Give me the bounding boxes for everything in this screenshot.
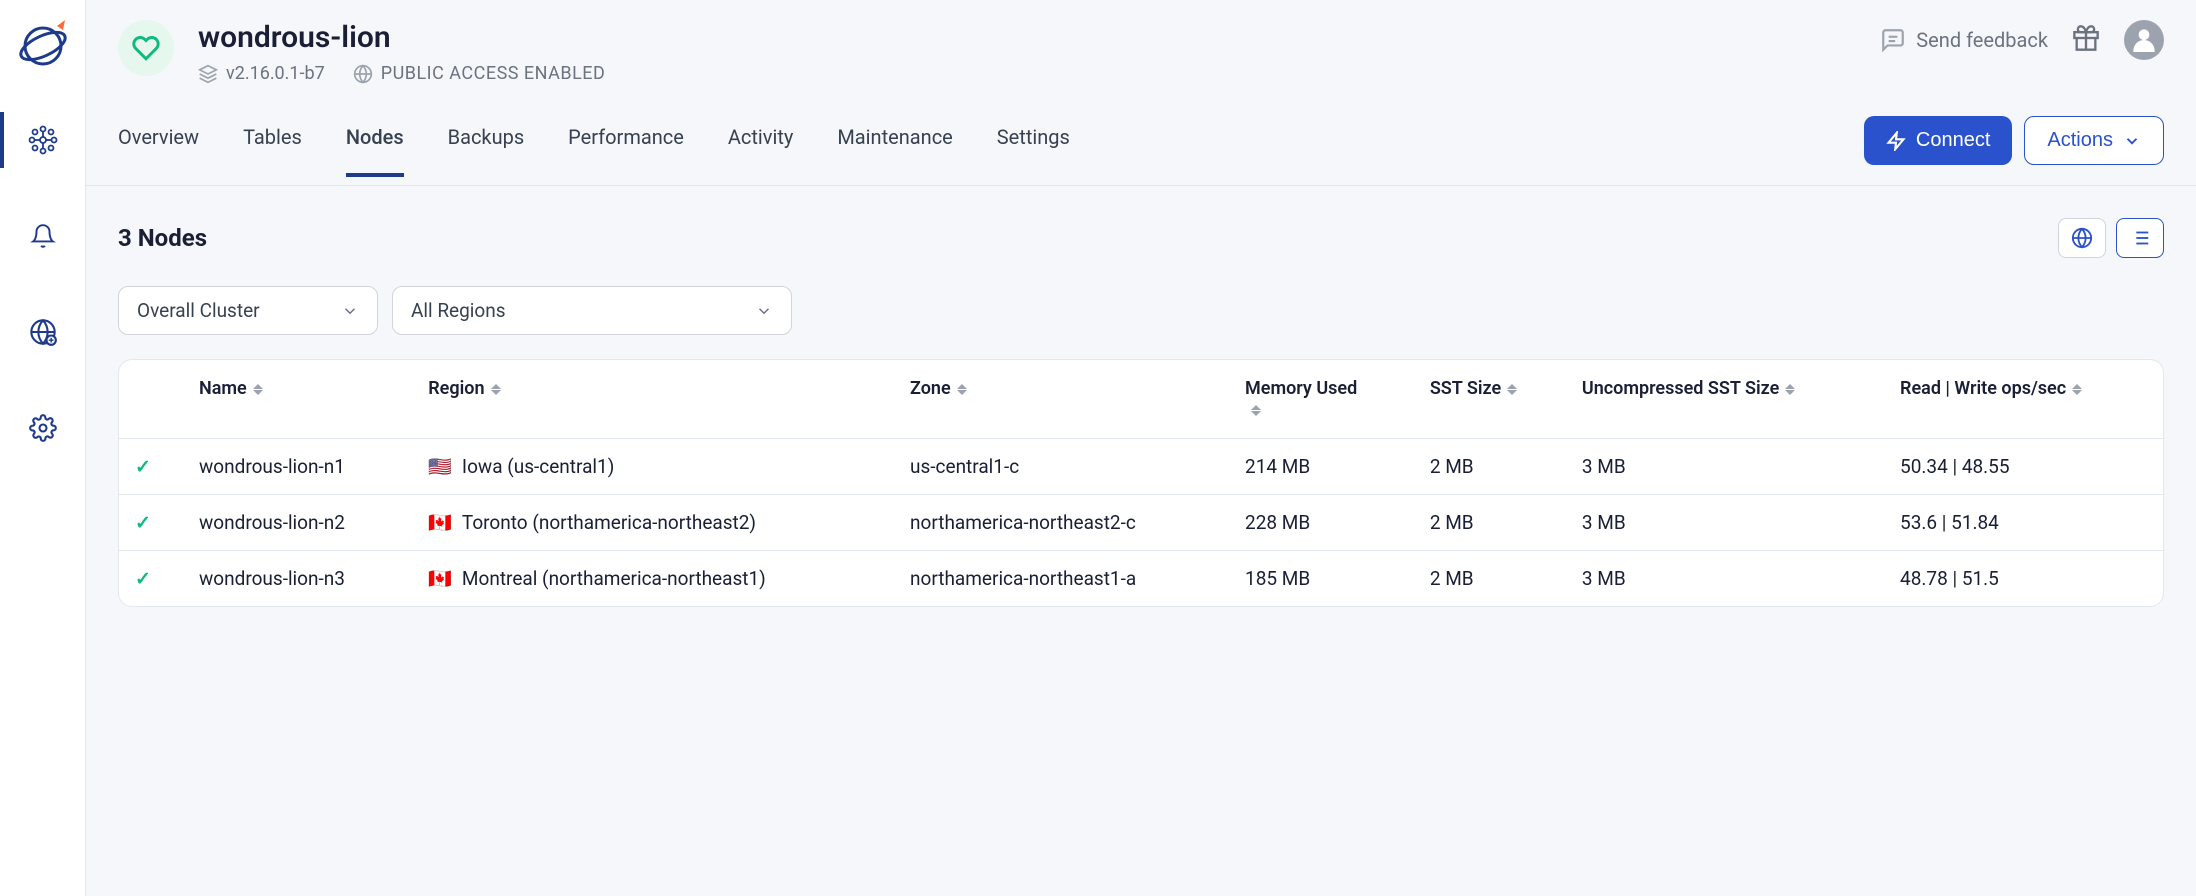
tab-tables[interactable]: Tables	[243, 125, 302, 177]
globe-icon	[2071, 227, 2093, 249]
version-label: v2.16.0.1-b7	[226, 63, 325, 84]
sort-icon	[1507, 384, 1517, 395]
table-row[interactable]: ✓ wondrous-lion-n2 🇨🇦Toronto (northameri…	[119, 495, 2163, 551]
view-list-button[interactable]	[2116, 218, 2164, 258]
actions-label: Actions	[2047, 129, 2113, 152]
sidebar-item-clusters[interactable]	[0, 112, 86, 168]
feedback-label: Send feedback	[1916, 28, 2048, 52]
cell-usst: 3 MB	[1568, 495, 1886, 551]
sidebar-item-alerts[interactable]	[0, 208, 86, 264]
sidebar-item-settings[interactable]	[0, 400, 86, 456]
cell-region: 🇨🇦Montreal (northamerica-northeast1)	[414, 551, 896, 607]
layers-icon	[198, 64, 218, 84]
logo[interactable]	[15, 16, 71, 72]
tab-overview[interactable]: Overview	[118, 125, 199, 177]
cell-sst: 2 MB	[1416, 495, 1568, 551]
cell-memory: 214 MB	[1231, 439, 1416, 495]
cell-memory: 185 MB	[1231, 551, 1416, 607]
flag-icon: 🇨🇦	[428, 567, 452, 590]
connect-button[interactable]: Connect	[1864, 116, 2013, 165]
sort-icon	[1785, 384, 1795, 395]
sidebar	[0, 0, 86, 896]
flag-icon: 🇨🇦	[428, 511, 452, 534]
cluster-filter-label: Overall Cluster	[137, 299, 260, 322]
cell-memory: 228 MB	[1231, 495, 1416, 551]
user-icon	[2128, 24, 2160, 56]
cell-rw: 53.6 | 51.84	[1886, 495, 2163, 551]
tab-performance[interactable]: Performance	[568, 125, 684, 177]
sort-icon	[957, 384, 967, 395]
cell-sst: 2 MB	[1416, 439, 1568, 495]
col-memory[interactable]: Memory Used	[1231, 360, 1416, 439]
cell-name: wondrous-lion-n1	[185, 439, 414, 495]
nodes-table: Name Region Zone Memory Used SST Size Un…	[118, 359, 2164, 607]
cluster-access: PUBLIC ACCESS ENABLED	[353, 63, 606, 84]
cell-zone: us-central1-c	[896, 439, 1231, 495]
sort-icon	[253, 384, 263, 395]
status-check-icon: ✓	[135, 511, 153, 534]
chat-icon	[1880, 27, 1906, 53]
tab-settings[interactable]: Settings	[997, 125, 1070, 177]
cell-region: 🇨🇦Toronto (northamerica-northeast2)	[414, 495, 896, 551]
tabs: Overview Tables Nodes Backups Performanc…	[118, 125, 1070, 177]
cell-region: 🇺🇸Iowa (us-central1)	[414, 439, 896, 495]
cell-rw: 48.78 | 51.5	[1886, 551, 2163, 607]
tab-activity[interactable]: Activity	[728, 125, 793, 177]
cell-zone: northamerica-northeast2-c	[896, 495, 1231, 551]
col-zone[interactable]: Zone	[896, 360, 1231, 439]
status-check-icon: ✓	[135, 455, 153, 478]
region-filter-select[interactable]: All Regions	[392, 286, 792, 335]
col-sst[interactable]: SST Size	[1416, 360, 1568, 439]
tab-nodes[interactable]: Nodes	[346, 125, 404, 177]
cell-rw: 50.34 | 48.55	[1886, 439, 2163, 495]
flag-icon: 🇺🇸	[428, 455, 452, 478]
tab-maintenance[interactable]: Maintenance	[837, 125, 952, 177]
actions-button[interactable]: Actions	[2024, 116, 2164, 165]
col-rw[interactable]: Read | Write ops/sec	[1886, 360, 2163, 439]
gift-button[interactable]	[2072, 24, 2100, 57]
send-feedback-button[interactable]: Send feedback	[1880, 27, 2048, 53]
list-icon	[2129, 227, 2151, 249]
cell-usst: 3 MB	[1568, 439, 1886, 495]
cluster-name: wondrous-lion	[198, 20, 605, 55]
cell-name: wondrous-lion-n3	[185, 551, 414, 607]
table-row[interactable]: ✓ wondrous-lion-n3 🇨🇦Montreal (northamer…	[119, 551, 2163, 607]
cluster-filter-select[interactable]: Overall Cluster	[118, 286, 378, 335]
globe-icon	[353, 64, 373, 84]
access-label: PUBLIC ACCESS ENABLED	[381, 63, 606, 84]
col-name[interactable]: Name	[185, 360, 414, 439]
table-row[interactable]: ✓ wondrous-lion-n1 🇺🇸Iowa (us-central1) …	[119, 439, 2163, 495]
status-check-icon: ✓	[135, 567, 153, 590]
chevron-down-icon	[341, 302, 359, 320]
cell-zone: northamerica-northeast1-a	[896, 551, 1231, 607]
cell-name: wondrous-lion-n2	[185, 495, 414, 551]
region-filter-label: All Regions	[411, 299, 506, 322]
chevron-down-icon	[755, 302, 773, 320]
health-badge	[118, 20, 174, 76]
page-title: 3 Nodes	[118, 224, 207, 252]
col-usst[interactable]: Uncompressed SST Size	[1568, 360, 1886, 439]
cluster-version: v2.16.0.1-b7	[198, 63, 325, 84]
cell-sst: 2 MB	[1416, 551, 1568, 607]
sort-icon	[2072, 384, 2082, 395]
bolt-icon	[1886, 131, 1906, 151]
sidebar-item-network[interactable]	[0, 304, 86, 360]
view-map-button[interactable]	[2058, 218, 2106, 258]
col-region[interactable]: Region	[414, 360, 896, 439]
user-avatar[interactable]	[2124, 20, 2164, 60]
connect-label: Connect	[1916, 129, 1991, 152]
gift-icon	[2072, 24, 2100, 52]
chevron-down-icon	[2123, 132, 2141, 150]
sort-icon	[491, 384, 501, 395]
cell-usst: 3 MB	[1568, 551, 1886, 607]
tab-backups[interactable]: Backups	[448, 125, 525, 177]
sort-icon	[1251, 405, 1261, 416]
